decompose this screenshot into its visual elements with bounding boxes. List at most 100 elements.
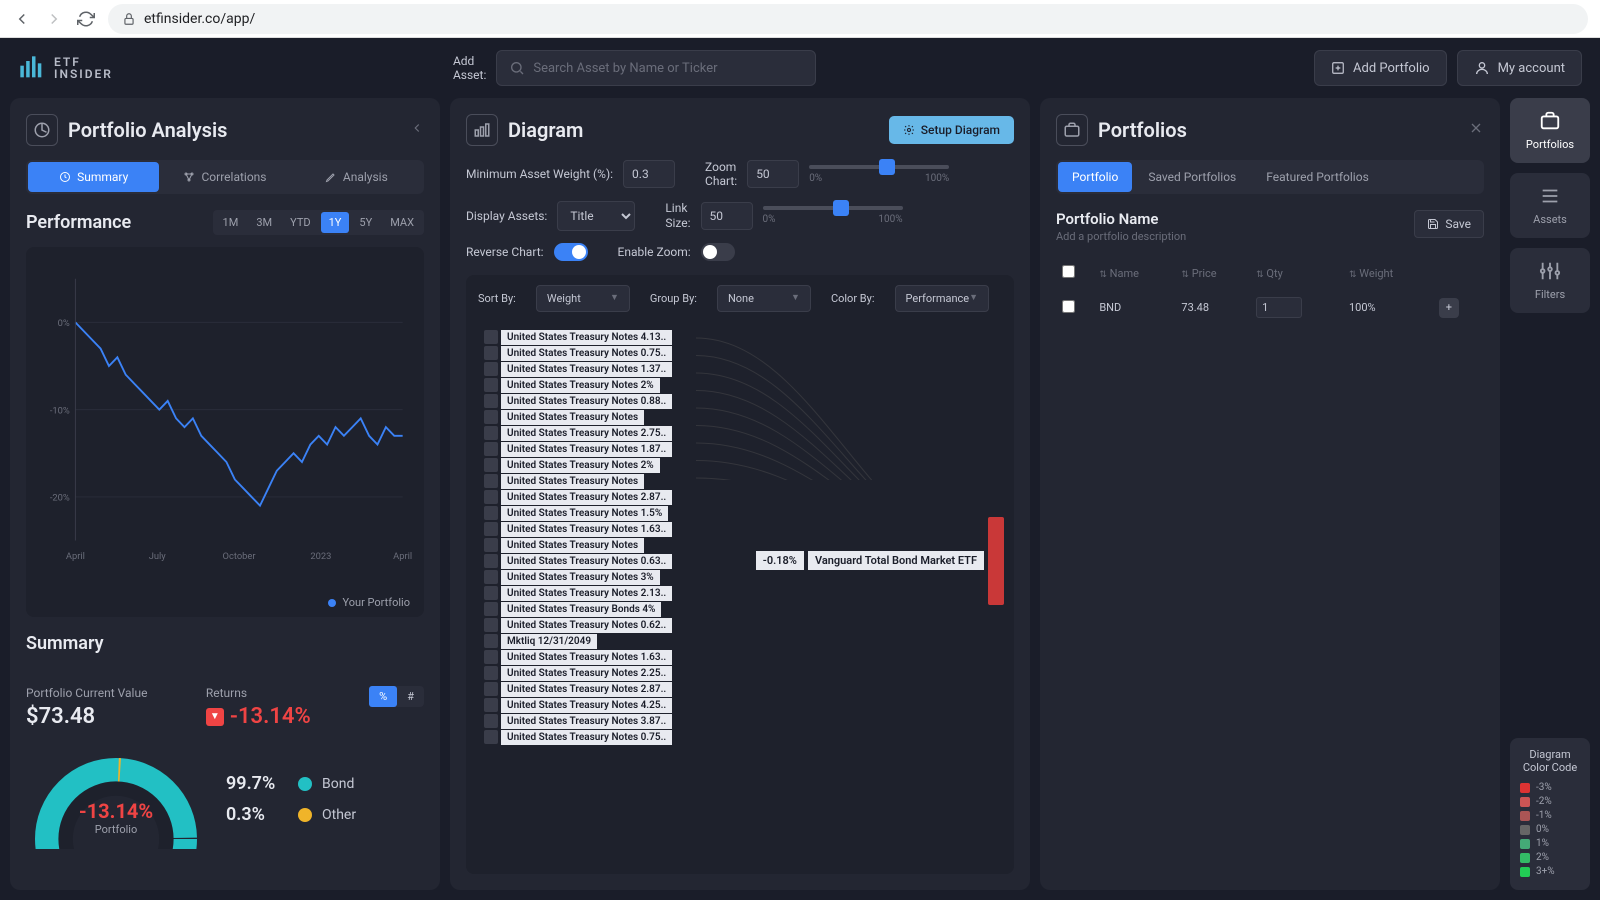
add-portfolio-button[interactable]: Add Portfolio — [1314, 50, 1447, 86]
sankey-node[interactable]: United States Treasury Notes 1.63.. — [484, 650, 672, 665]
sankey-node[interactable]: United States Treasury Notes 2% — [484, 458, 672, 473]
sankey-node[interactable]: United States Treasury Notes 1.37.. — [484, 362, 672, 377]
rail-assets[interactable]: Assets — [1510, 173, 1590, 238]
logo-text: ETF INSIDER — [54, 56, 113, 80]
tab-portfolio[interactable]: Portfolio — [1058, 162, 1132, 192]
add-row-button[interactable]: + — [1439, 298, 1459, 318]
forward-icon[interactable] — [44, 9, 64, 29]
time-range-1M[interactable]: 1M — [215, 212, 247, 233]
table-row: BND 73.48 100% + — [1058, 289, 1482, 326]
svg-text:0%: 0% — [58, 318, 70, 329]
zoom-chart-slider[interactable] — [809, 165, 949, 169]
sankey-node[interactable]: United States Treasury Notes 4.13.. — [484, 330, 672, 345]
tab-correlations[interactable]: Correlations — [159, 162, 290, 192]
rail-filters[interactable]: Filters — [1510, 248, 1590, 313]
portfolios-panel: Portfolios Portfolio Saved Portfolios Fe… — [1040, 98, 1500, 890]
sankey-node[interactable]: United States Treasury Notes 2.87.. — [484, 682, 672, 697]
qty-input[interactable] — [1256, 297, 1302, 318]
rail-portfolios[interactable]: Portfolios — [1510, 98, 1590, 163]
sankey-node[interactable]: United States Treasury Notes 0.62.. — [484, 618, 672, 633]
current-value: $73.48 — [26, 704, 147, 729]
link-size-slider[interactable] — [763, 206, 903, 210]
sankey-diagram[interactable]: United States Treasury Notes 4.13..Unite… — [466, 322, 1014, 874]
enable-zoom-toggle[interactable] — [701, 243, 735, 261]
select-all-checkbox[interactable] — [1062, 265, 1075, 278]
color-legend: Diagram Color Code -3%-2%-1%0%1%2%3+% — [1510, 738, 1590, 890]
save-button[interactable]: Save — [1414, 210, 1484, 238]
tab-summary[interactable]: Summary — [28, 162, 159, 192]
my-account-button[interactable]: My account — [1457, 50, 1582, 86]
alloc-row: 0.3%Other — [226, 804, 356, 825]
time-range-5Y[interactable]: 5Y — [351, 212, 380, 233]
sankey-node[interactable]: United States Treasury Notes 0.88.. — [484, 394, 672, 409]
setup-diagram-button[interactable]: Setup Diagram — [889, 116, 1014, 144]
sankey-node[interactable]: Mktliq 12/31/2049 — [484, 634, 672, 649]
sankey-node[interactable]: United States Treasury Notes 0.75.. — [484, 730, 672, 745]
row-checkbox[interactable] — [1062, 300, 1075, 313]
tab-saved[interactable]: Saved Portfolios — [1134, 162, 1250, 192]
legend-dot-icon — [328, 599, 336, 607]
zoom-chart-label: Zoom Chart: — [705, 160, 737, 189]
sankey-target-label: Vanguard Total Bond Market ETF — [808, 551, 984, 570]
sankey-node[interactable]: United States Treasury Notes 2.75.. — [484, 426, 672, 441]
sankey-node[interactable]: United States Treasury Notes 2.87.. — [484, 490, 672, 505]
portfolios-title: Portfolios — [1098, 118, 1187, 142]
reverse-chart-toggle[interactable] — [554, 243, 588, 261]
sankey-node[interactable]: United States Treasury Notes — [484, 538, 672, 553]
display-assets-select[interactable]: Title — [557, 201, 635, 231]
reload-icon[interactable] — [76, 9, 96, 29]
right-rail: Portfolios Assets Filters Diagram Color … — [1510, 98, 1590, 890]
url-bar[interactable]: etfinsider.co/app/ — [108, 4, 1588, 34]
sankey-node[interactable]: United States Treasury Notes 3% — [484, 570, 672, 585]
group-by-label: Group By: — [650, 292, 697, 305]
time-range-3M[interactable]: 3M — [248, 212, 280, 233]
back-icon[interactable] — [12, 9, 32, 29]
chart-legend: Your Portfolio — [342, 596, 410, 609]
tab-featured[interactable]: Featured Portfolios — [1252, 162, 1383, 192]
sankey-node[interactable]: United States Treasury Notes 2.25.. — [484, 666, 672, 681]
legend-row: 2% — [1520, 852, 1580, 863]
performance-title: Performance — [26, 212, 131, 233]
sankey-node[interactable]: United States Treasury Notes 1.87.. — [484, 442, 672, 457]
sankey-node[interactable]: United States Treasury Notes 3.87.. — [484, 714, 672, 729]
collapse-icon[interactable] — [410, 121, 424, 139]
list-icon — [1539, 185, 1561, 207]
zoom-chart-input[interactable] — [747, 160, 799, 188]
holdings-table: ⇅ Name ⇅ Price ⇅ Qty ⇅ Weight BND 73.48 … — [1056, 257, 1484, 328]
sankey-node[interactable]: United States Treasury Notes 0.63.. — [484, 554, 672, 569]
link-size-input[interactable] — [701, 202, 753, 230]
legend-row: 0% — [1520, 824, 1580, 835]
reverse-chart-label: Reverse Chart: — [466, 245, 544, 259]
analysis-icon — [26, 114, 58, 146]
sankey-node[interactable]: United States Treasury Notes — [484, 474, 672, 489]
search-icon — [509, 60, 525, 76]
add-asset-label: Add Asset: — [453, 54, 486, 83]
sankey-node[interactable]: United States Treasury Notes 1.5% — [484, 506, 672, 521]
time-range-YTD[interactable]: YTD — [282, 212, 318, 233]
portfolio-name[interactable]: Portfolio Name — [1056, 210, 1186, 228]
logo[interactable]: ETF INSIDER — [18, 54, 113, 82]
min-weight-input[interactable] — [623, 160, 675, 188]
search-input[interactable] — [496, 50, 816, 86]
close-icon[interactable] — [1468, 120, 1484, 140]
sankey-node[interactable]: United States Treasury Notes 4.25.. — [484, 698, 672, 713]
display-assets-label: Display Assets: — [466, 209, 547, 223]
diagram-panel: Diagram Setup Diagram Minimum Asset Weig… — [450, 98, 1030, 890]
group-by-select[interactable]: None▼ — [717, 285, 811, 312]
browser-chrome: etfinsider.co/app/ — [0, 0, 1600, 38]
sort-by-select[interactable]: Weight▼ — [536, 285, 630, 312]
time-range-MAX[interactable]: MAX — [382, 212, 422, 233]
summary-title: Summary — [26, 633, 424, 654]
color-by-select[interactable]: Performance▼ — [895, 285, 990, 312]
percent-toggle[interactable]: % # — [369, 686, 424, 707]
returns-value: -13.14% — [230, 704, 311, 729]
time-range-1Y[interactable]: 1Y — [321, 212, 350, 233]
tab-analysis[interactable]: Analysis — [291, 162, 422, 192]
sankey-node[interactable]: United States Treasury Notes 1.63.. — [484, 522, 672, 537]
sankey-node[interactable]: United States Treasury Notes 2% — [484, 378, 672, 393]
portfolio-desc[interactable]: Add a portfolio description — [1056, 230, 1186, 243]
sankey-node[interactable]: United States Treasury Notes 0.75.. — [484, 346, 672, 361]
sankey-node[interactable]: United States Treasury Bonds 4% — [484, 602, 672, 617]
sankey-node[interactable]: United States Treasury Notes — [484, 410, 672, 425]
sankey-node[interactable]: United States Treasury Notes 2.13.. — [484, 586, 672, 601]
